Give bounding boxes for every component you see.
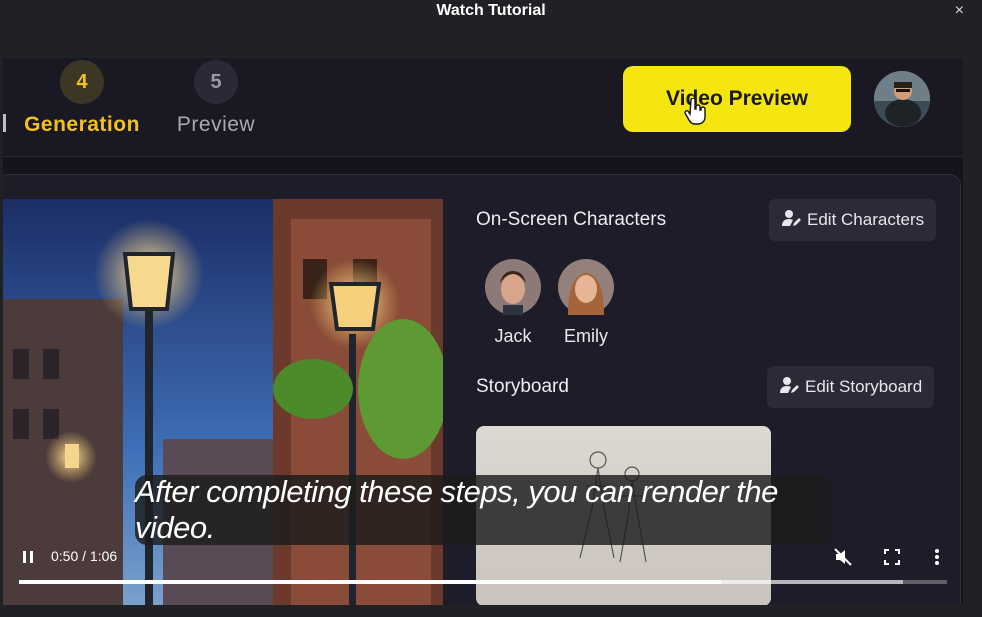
player-controls: 0:50 / 1:06 xyxy=(3,536,963,605)
storyboard-title: Storyboard xyxy=(476,376,569,397)
window-edge xyxy=(964,58,982,617)
app-header: 4 Generation 5 Preview Video Preview xyxy=(3,58,963,157)
character-name: Emily xyxy=(564,326,608,346)
close-icon[interactable]: × xyxy=(955,1,964,21)
time-display: 0:50 / 1:06 xyxy=(51,548,118,564)
step-preview: 5 Preview xyxy=(173,60,259,137)
step-number: 5 xyxy=(194,60,238,104)
progress-bar[interactable] xyxy=(19,580,947,584)
user-avatar xyxy=(874,71,930,127)
step-number: 4 xyxy=(60,60,104,104)
edit-storyboard-button: Edit Storyboard xyxy=(767,366,935,408)
fullscreen-icon[interactable] xyxy=(883,548,901,571)
step-edge-fragment xyxy=(3,114,6,132)
step-generation: 4 Generation xyxy=(21,60,143,137)
user-edit-icon xyxy=(781,208,801,233)
character-avatar xyxy=(558,259,614,315)
edit-characters-button: Edit Characters xyxy=(769,199,937,241)
step-label: Generation xyxy=(24,113,140,136)
modal-title: Watch Tutorial xyxy=(436,2,546,19)
edit-storyboard-label: Edit Storyboard xyxy=(805,377,923,396)
hand-cursor-icon xyxy=(683,97,707,131)
progress-played xyxy=(19,580,722,584)
tutorial-video[interactable]: 4 Generation 5 Preview Video Preview On-… xyxy=(3,58,963,605)
character-emily: Emily xyxy=(551,259,621,347)
more-vert-icon[interactable] xyxy=(933,547,941,572)
character-avatar xyxy=(485,259,541,315)
video-preview-button: Video Preview xyxy=(623,66,851,132)
character-name: Jack xyxy=(494,326,532,346)
edit-characters-label: Edit Characters xyxy=(807,210,925,229)
user-edit-icon xyxy=(779,375,799,400)
character-jack: Jack xyxy=(478,259,548,347)
characters-title: On-Screen Characters xyxy=(476,209,667,230)
pause-icon[interactable] xyxy=(21,550,35,569)
step-label: Preview xyxy=(176,113,256,136)
volume-muted-icon[interactable] xyxy=(833,547,853,572)
subtitle-caption: After completing these steps, you can re… xyxy=(135,474,831,545)
